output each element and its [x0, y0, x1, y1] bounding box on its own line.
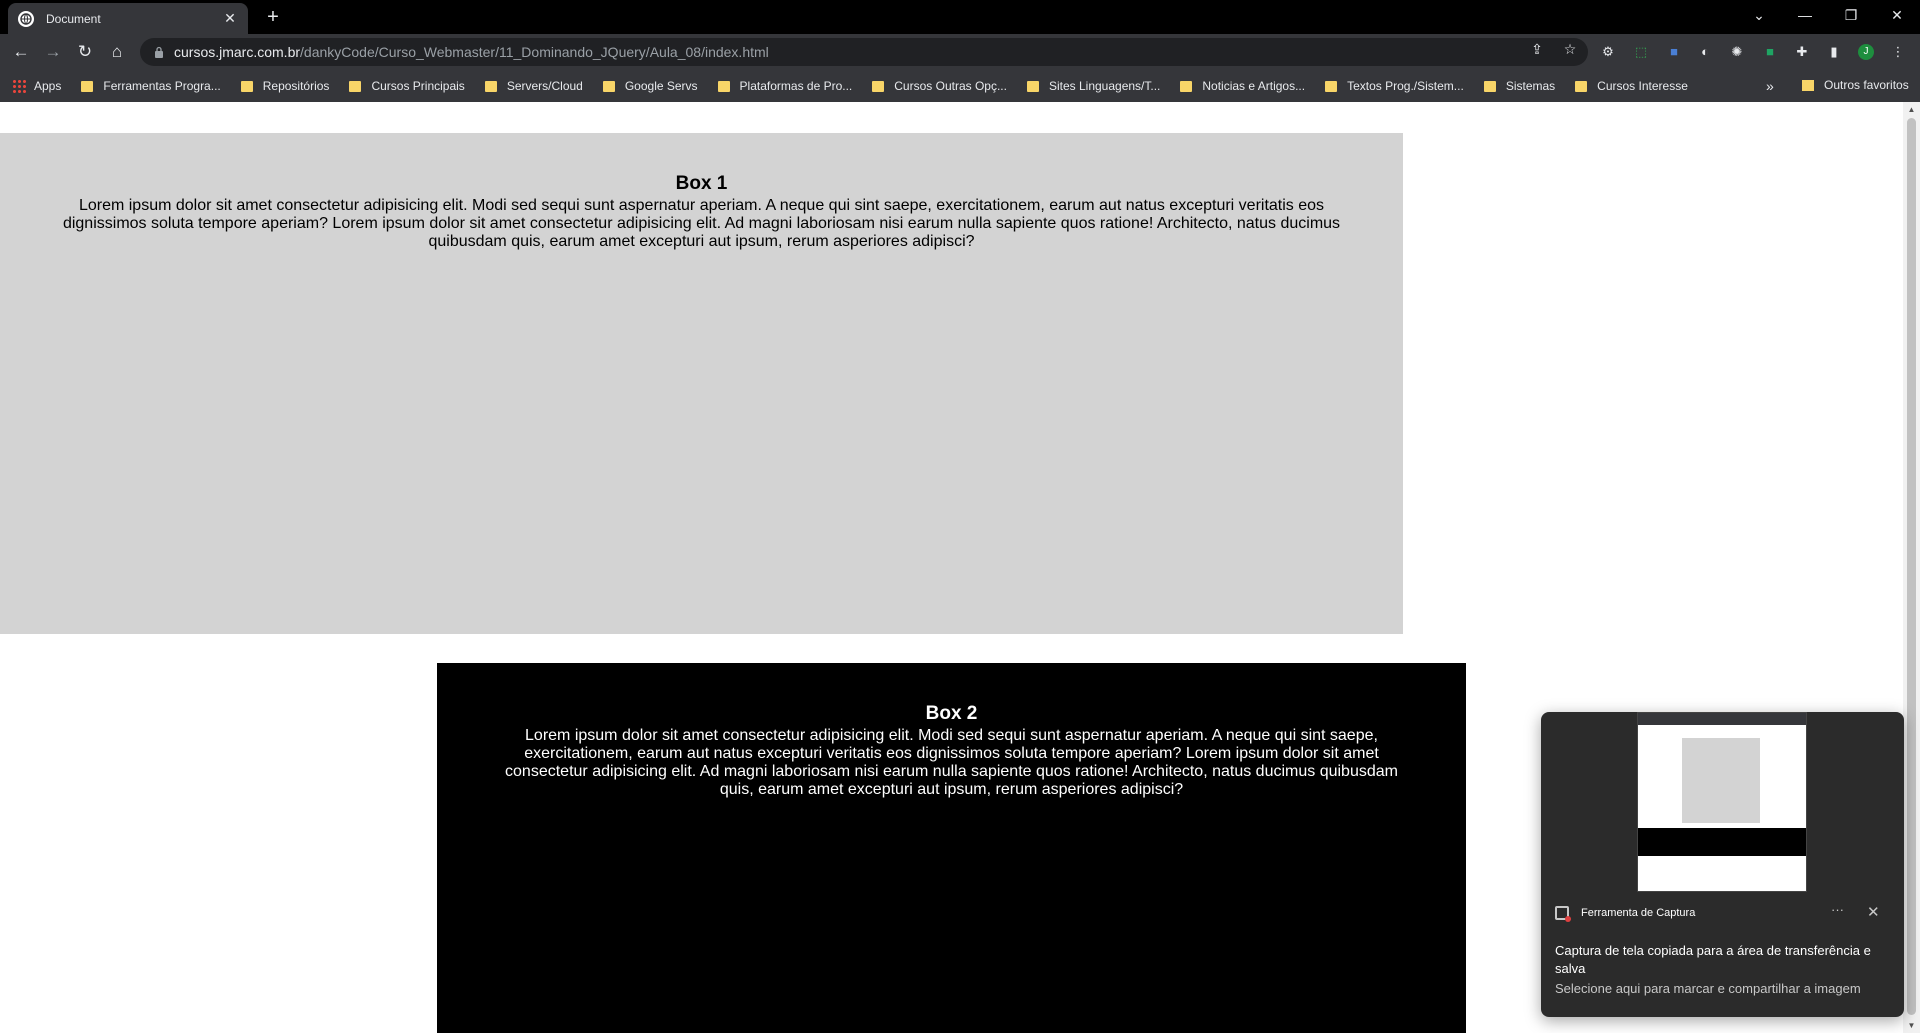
thumbnail-toolbar — [1638, 713, 1806, 725]
extension-capture-icon[interactable]: ⬚ — [1633, 44, 1649, 60]
profile-avatar[interactable]: J — [1858, 44, 1874, 60]
tab-strip: Document ✕ + ⌄ — ❐ ✕ — [0, 0, 1920, 34]
folder-icon — [1325, 80, 1338, 92]
lock-icon — [155, 46, 163, 58]
box-1-text: Lorem ipsum dolor sit amet consectetur a… — [62, 197, 1341, 250]
side-panel-icon[interactable]: ▮ — [1826, 44, 1842, 60]
tab-close-icon[interactable]: ✕ — [222, 10, 238, 27]
bookmark-label: Google Servs — [624, 79, 698, 93]
bookmark-folder[interactable]: Sistemas — [1483, 79, 1556, 93]
folder-icon — [602, 80, 615, 92]
bookmark-folder[interactable]: Cursos Outras Opç... — [872, 79, 1007, 93]
folder-icon — [1575, 80, 1588, 92]
minimize-icon[interactable]: — — [1782, 0, 1828, 30]
bookmark-folder[interactable]: Cursos Principais — [349, 79, 465, 93]
folder-icon — [484, 80, 497, 92]
bookmark-label: Cursos Interesse — [1597, 79, 1688, 93]
extension-box-icon[interactable]: ■ — [1666, 44, 1682, 60]
bookmark-apps-label: Apps — [34, 79, 62, 93]
bookmark-label: Ferramentas Progra... — [103, 79, 221, 93]
bookmark-label: Noticias e Artigos... — [1202, 79, 1306, 93]
folder-icon — [717, 80, 730, 92]
box-2-title: Box 2 — [925, 703, 978, 724]
box-2: Box 2 Lorem ipsum dolor sit amet consect… — [437, 663, 1466, 1033]
bookmark-folder[interactable]: Noticias e Artigos... — [1180, 79, 1305, 93]
folder-icon — [1483, 80, 1496, 92]
bookmark-label: Cursos Principais — [371, 79, 465, 93]
menu-kebab-icon[interactable]: ⋮ — [1890, 44, 1906, 60]
extension-gear-icon[interactable]: ⚙ — [1600, 44, 1616, 60]
bookmark-folder[interactable]: Google Servs — [602, 79, 698, 93]
notification-close-button[interactable]: ✕ — [1867, 903, 1880, 921]
restore-icon[interactable]: ❐ — [1828, 0, 1874, 30]
tab-search-icon[interactable]: ⌄ — [1736, 0, 1782, 30]
box-2-text: Lorem ipsum dolor sit amet consectetur a… — [505, 727, 1398, 798]
address-bar[interactable]: cursos.jmarc.com.br/dankyCode/Curso_Webm… — [140, 38, 1588, 66]
scroll-down-icon[interactable]: ▼ — [1907, 1021, 1916, 1030]
folder-icon — [1180, 80, 1193, 92]
bookmark-folder[interactable]: Cursos Interesse — [1575, 79, 1688, 93]
bookmark-folder[interactable]: Ferramentas Progra... — [81, 79, 221, 93]
bookmarks-bar: Apps Ferramentas Progra... Repositórios … — [0, 70, 1920, 102]
thumbnail-box-1 — [1682, 738, 1760, 823]
scrollbar-thumb[interactable] — [1907, 118, 1916, 1015]
extension-circle-icon[interactable]: ◐ — [1697, 44, 1713, 60]
tab-title: Document — [46, 11, 101, 26]
vertical-scrollbar[interactable]: ▲ ▼ — [1903, 102, 1920, 1033]
bookmarks-overflow-button[interactable]: » — [1766, 78, 1774, 94]
bookmark-other-favorites[interactable]: Outros favoritos — [1802, 78, 1909, 92]
extension-bug-icon[interactable]: ✺ — [1729, 44, 1745, 60]
folder-icon — [349, 80, 362, 92]
bookmark-folder[interactable]: Repositórios — [240, 79, 330, 93]
home-icon[interactable]: ⌂ — [105, 40, 129, 64]
bookmark-label: Sistemas — [1505, 79, 1556, 93]
snipping-notification[interactable]: Ferramenta de Captura ··· ✕ Captura de t… — [1541, 712, 1904, 1017]
bookmark-other-label: Outros favoritos — [1824, 78, 1909, 92]
extension-green-icon[interactable]: ■ — [1762, 44, 1778, 60]
new-tab-button[interactable]: + — [260, 4, 286, 30]
notification-message: Captura de tela copiada para a área de t… — [1555, 943, 1871, 976]
bookmark-folder[interactable]: Textos Prog./Sistem... — [1325, 79, 1464, 93]
toolbar: ← → ↻ ⌂ cursos.jmarc.com.br/dankyCode/Cu… — [0, 34, 1920, 70]
url-path: /dankyCode/Curso_Webmaster/11_Dominando_… — [300, 44, 769, 60]
box-1-title: Box 1 — [675, 173, 728, 194]
extensions-puzzle-icon[interactable]: ✚ — [1794, 44, 1810, 60]
folder-icon — [1026, 80, 1039, 92]
folder-icon — [81, 80, 94, 92]
bookmark-star-icon[interactable]: ☆ — [1562, 41, 1578, 57]
bookmark-label: Plataformas de Pro... — [739, 79, 853, 93]
url-host: cursos.jmarc.com.br — [174, 44, 301, 60]
bookmark-label: Cursos Outras Opç... — [894, 79, 1007, 93]
notification-more-button[interactable]: ··· — [1831, 902, 1844, 917]
bookmark-label: Textos Prog./Sistem... — [1347, 79, 1464, 93]
forward-icon[interactable]: → — [41, 40, 65, 64]
bookmark-folder[interactable]: Servers/Cloud — [484, 79, 583, 93]
bookmark-folder[interactable]: Plataformas de Pro... — [717, 79, 853, 93]
folder-icon — [872, 80, 885, 92]
folder-icon — [1802, 79, 1814, 91]
notification-subtext: Selecione aqui para marcar e compartilha… — [1555, 981, 1861, 996]
bookmark-apps[interactable]: Apps — [12, 79, 61, 93]
thumbnail-box-2 — [1638, 828, 1806, 856]
bookmark-label: Servers/Cloud — [506, 79, 583, 93]
scroll-up-icon[interactable]: ▲ — [1907, 105, 1916, 114]
back-icon[interactable]: ← — [9, 40, 33, 64]
box-1: Box 1 Lorem ipsum dolor sit amet consect… — [0, 133, 1403, 634]
apps-grid-icon — [12, 79, 26, 93]
window-close-icon[interactable]: ✕ — [1874, 0, 1920, 30]
screenshot-thumbnail[interactable] — [1637, 712, 1807, 892]
reload-icon[interactable]: ↻ — [73, 40, 97, 64]
snipping-tool-icon — [1555, 906, 1571, 922]
folder-icon — [240, 80, 253, 92]
url-text: cursos.jmarc.com.br/dankyCode/Curso_Webm… — [174, 44, 769, 60]
bookmark-folder[interactable]: Sites Linguagens/T... — [1026, 79, 1161, 93]
bookmark-label: Repositórios — [262, 79, 330, 93]
globe-icon — [18, 10, 34, 27]
share-icon[interactable]: ⇪ — [1529, 41, 1545, 57]
notification-app-name: Ferramenta de Captura — [1581, 907, 1696, 919]
bookmark-label: Sites Linguagens/T... — [1048, 79, 1161, 93]
tab-document[interactable]: Document ✕ — [8, 3, 248, 34]
